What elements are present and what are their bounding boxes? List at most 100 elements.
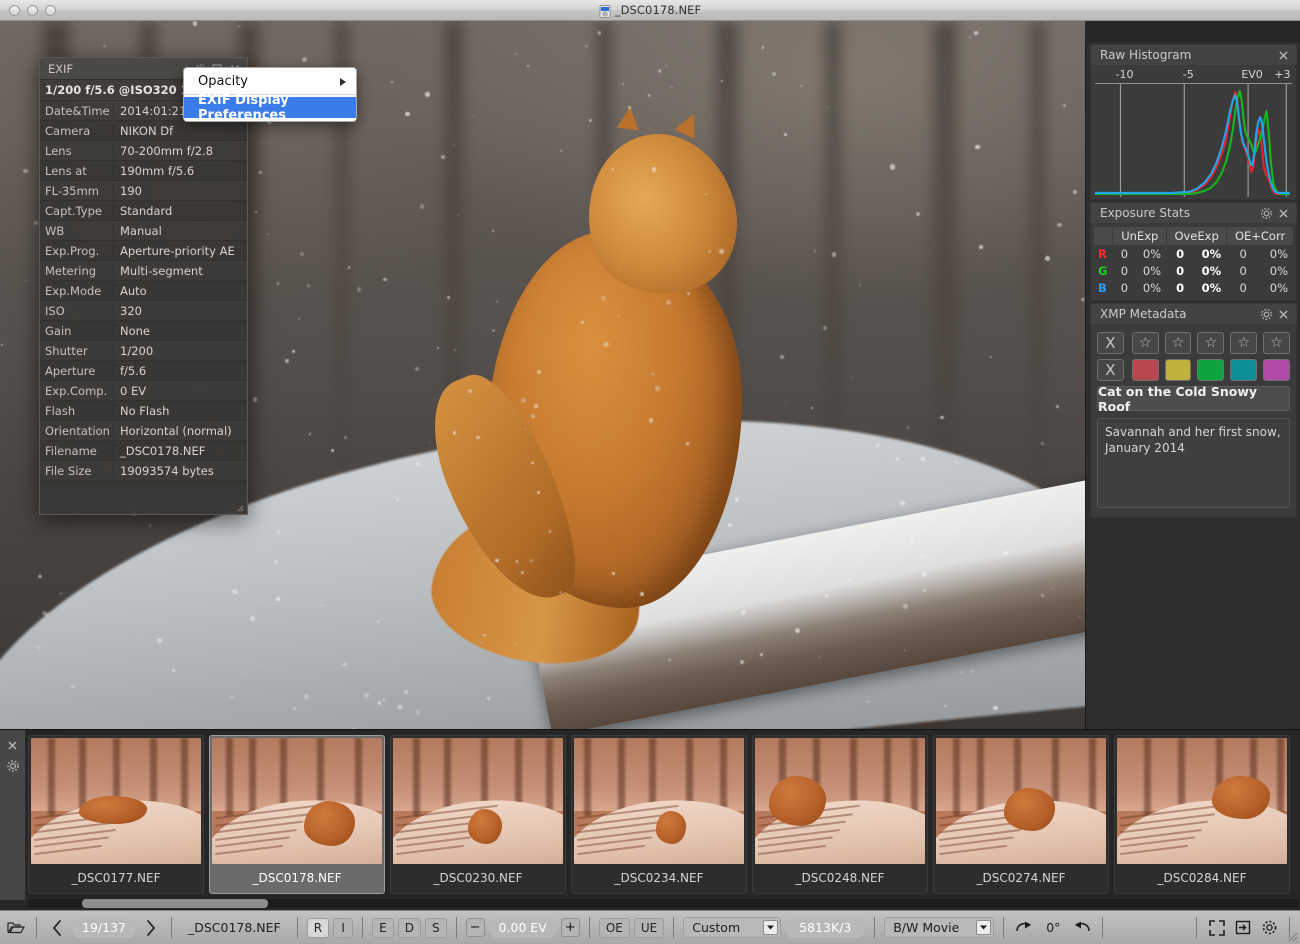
exif-row: Filename_DSC0178.NEF	[40, 441, 247, 461]
rotate-left-icon[interactable]	[1071, 917, 1093, 939]
menu-item-opacity[interactable]: Opacity	[184, 71, 356, 92]
workspace: EXIF 1/200 f/5.6 @ISO320 1 Date&Time2014…	[0, 21, 1300, 729]
ev-decrement-button[interactable]: −	[466, 918, 485, 937]
raw-histogram-header[interactable]: Raw Histogram	[1090, 44, 1297, 66]
close-icon[interactable]	[1275, 47, 1292, 64]
exposure-stats-row: B00%00%00%	[1094, 280, 1294, 297]
gear-icon[interactable]	[1258, 306, 1275, 323]
exposure-stats-cell: 0	[1227, 280, 1253, 297]
rating-clear-button[interactable]: X	[1097, 332, 1124, 354]
underexposure-button[interactable]: UE	[634, 918, 664, 938]
star-rating-2[interactable]: ☆	[1165, 332, 1192, 354]
filmstrip-thumbnail[interactable]: _DSC0177.NEF	[28, 735, 204, 894]
filmstrip-thumbnail[interactable]: _DSC0178.NEF	[209, 735, 385, 894]
color-label-row[interactable]: X	[1097, 359, 1290, 381]
star-rating-4[interactable]: ☆	[1230, 332, 1257, 354]
exposure-stats-cell: 0%	[1134, 280, 1167, 297]
ev-increment-button[interactable]: +	[561, 918, 580, 937]
next-image-button[interactable]	[140, 917, 162, 939]
filmstrip-thumbnail[interactable]: _DSC0284.NEF	[1114, 735, 1290, 894]
menu-item-exif-display-preferences[interactable]: EXIF Display Preferences	[184, 97, 356, 118]
color-label-2[interactable]	[1165, 359, 1192, 381]
overexposure-button[interactable]: OE	[599, 918, 630, 938]
image-canvas[interactable]: EXIF 1/200 f/5.6 @ISO320 1 Date&Time2014…	[0, 21, 1085, 729]
close-icon[interactable]	[1275, 306, 1292, 323]
image-counter[interactable]: 19/137	[72, 918, 136, 938]
xmp-description-field[interactable]: Savannah and her first snow, January 201…	[1097, 418, 1290, 508]
exif-row: File Size19093574 bytes	[40, 461, 247, 481]
exposure-stats-column-header	[1094, 227, 1113, 246]
filmstrip-thumbnail[interactable]: _DSC0230.NEF	[390, 735, 566, 894]
color-label-5[interactable]	[1263, 359, 1290, 381]
gear-icon[interactable]	[6, 759, 20, 773]
menu-item-exif-display-preferences-label: EXIF Display Preferences	[198, 93, 346, 123]
fullscreen-icon[interactable]	[1206, 917, 1228, 939]
edit-button-d[interactable]: D	[398, 918, 421, 938]
color-label-clear-button[interactable]: X	[1097, 359, 1124, 381]
exposure-stats-cell: 0	[1167, 263, 1190, 280]
exif-row: ISO320	[40, 301, 247, 321]
exif-row-value: Aperture-priority AE	[113, 244, 247, 258]
chevron-down-icon[interactable]	[976, 920, 991, 935]
thumbnail-image	[212, 738, 382, 864]
exif-row: GainNone	[40, 321, 247, 341]
film-profile-select[interactable]: B/W Movie	[884, 917, 994, 938]
export-icon[interactable]	[1232, 917, 1254, 939]
filmstrip-thumbnail[interactable]: _DSC0234.NEF	[571, 735, 747, 894]
star-rating-1[interactable]: ☆	[1132, 332, 1159, 354]
exif-row-value: Horizontal (normal)	[113, 424, 247, 438]
exif-panel[interactable]: EXIF 1/200 f/5.6 @ISO320 1 Date&Time2014…	[39, 57, 248, 515]
filmstrip-track[interactable]: _DSC0177.NEF _DSC0178.NEF_DSC0230.NEF _DSC…	[28, 735, 1300, 896]
raw-histogram-body[interactable]: -10-5EV0+3	[1090, 66, 1297, 200]
xmp-title-field[interactable]: Cat on the Cold Snowy Roof	[1097, 386, 1290, 411]
prev-image-button[interactable]	[46, 917, 68, 939]
gear-icon[interactable]	[1258, 205, 1275, 222]
filmstrip-scrollbar[interactable]	[28, 899, 1298, 908]
star-rating-5[interactable]: ☆	[1263, 332, 1290, 354]
exposure-stats-header[interactable]: Exposure Stats	[1090, 202, 1297, 224]
exif-row: Shutter1/200	[40, 341, 247, 361]
window-titlebar: _DSC0178.NEF	[0, 0, 1300, 21]
rotate-right-icon[interactable]	[1013, 917, 1035, 939]
chevron-down-icon[interactable]	[763, 920, 778, 935]
color-label-3[interactable]	[1197, 359, 1224, 381]
rating-row[interactable]: X☆☆☆☆☆	[1097, 332, 1290, 354]
exif-row: Lens70-200mm f/2.8	[40, 141, 247, 161]
ev-value[interactable]: 0.00 EV	[489, 918, 557, 938]
histogram-tick-label: EV0	[1241, 68, 1262, 81]
edit-button-s[interactable]: S	[425, 918, 447, 938]
exif-row-value: Multi-segment	[113, 264, 247, 278]
exif-row-value: 190mm f/5.6	[113, 164, 247, 178]
filmstrip-scrollbar-thumb[interactable]	[82, 899, 268, 908]
filmstrip-thumbnail[interactable]: _DSC0248.NEF	[752, 735, 928, 894]
exif-row-key: Lens	[40, 144, 113, 158]
close-icon[interactable]	[1275, 205, 1292, 222]
mode-button-r[interactable]: R	[307, 918, 329, 938]
xmp-metadata-header[interactable]: XMP Metadata	[1090, 303, 1297, 325]
exif-panel-title: EXIF	[48, 62, 73, 76]
filmstrip-thumbnail[interactable]: _DSC0274.NEF	[933, 735, 1109, 894]
edit-button-e[interactable]: E	[372, 918, 394, 938]
folder-open-icon[interactable]	[5, 917, 27, 939]
close-icon[interactable]	[6, 738, 20, 752]
exif-row-key: Shutter	[40, 344, 113, 358]
exif-row: MeteringMulti-segment	[40, 261, 247, 281]
color-label-4[interactable]	[1230, 359, 1257, 381]
exif-row-key: Lens at	[40, 164, 113, 178]
thumbnail-filename: _DSC0234.NEF	[574, 864, 744, 891]
mode-button-i[interactable]: I	[333, 918, 353, 938]
resize-grip-icon[interactable]	[234, 501, 244, 511]
star-rating-3[interactable]: ☆	[1197, 332, 1224, 354]
gear-icon[interactable]	[1258, 917, 1280, 939]
color-label-1[interactable]	[1132, 359, 1159, 381]
exposure-stats-cell: R	[1094, 246, 1113, 263]
exposure-stats-cell: 0	[1113, 280, 1134, 297]
exif-row: Capt.TypeStandard	[40, 201, 247, 221]
white-balance-temperature[interactable]: 5813K/3	[785, 918, 865, 938]
filmstrip-sidebar	[0, 730, 26, 900]
thumbnail-filename: _DSC0177.NEF	[31, 864, 201, 891]
context-menu[interactable]: Opacity EXIF Display Preferences	[183, 67, 357, 122]
exif-row-value: 19093574 bytes	[113, 464, 247, 478]
window-resize-grip[interactable]	[1286, 930, 1298, 942]
white-balance-preset-select[interactable]: Custom	[683, 917, 781, 938]
